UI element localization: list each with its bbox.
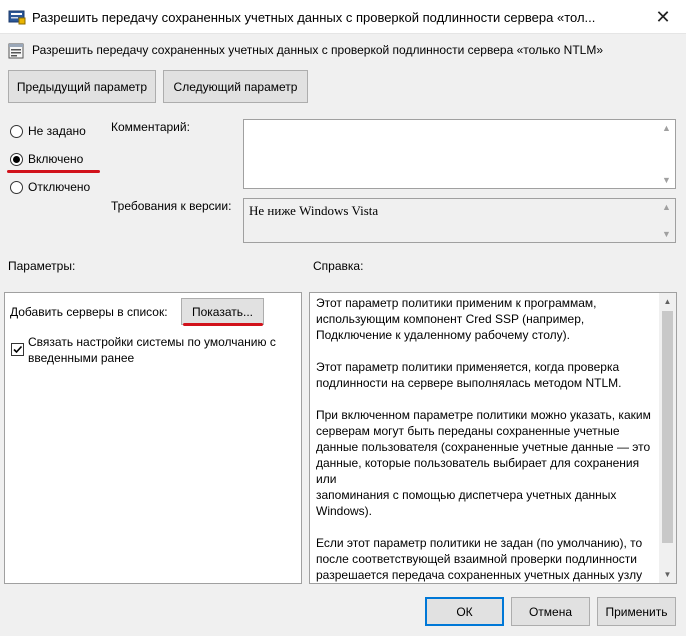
version-label: Требования к версии: <box>111 199 232 213</box>
help-paragraph: Этот параметр политики применим к програ… <box>316 295 662 343</box>
cancel-button[interactable]: Отмена <box>511 597 590 626</box>
radio-label: Включено <box>28 152 84 166</box>
radio-not-configured[interactable]: Не задано <box>10 122 86 140</box>
radio-label: Отключено <box>28 180 91 194</box>
help-panel: Этот параметр политики применим к програ… <box>309 292 677 584</box>
apply-button[interactable]: Применить <box>597 597 676 626</box>
radio-circle <box>10 124 23 138</box>
scrollbar-thumb[interactable] <box>662 311 673 543</box>
concat-label-line: Связать настройки системы по умолчанию с <box>28 335 276 349</box>
version-value: Не ниже Windows Vista <box>249 203 379 218</box>
policy-window-icon <box>8 10 26 25</box>
annotation-underline-enabled <box>7 170 100 173</box>
help-line: Если этот параметр политики не задан (по… <box>316 536 643 550</box>
radio-label: Не задано <box>28 124 86 138</box>
help-line: подлинности на сервере выполнялась метод… <box>316 376 622 390</box>
help-text: Этот параметр политики применим к програ… <box>316 295 662 584</box>
help-scrollbar[interactable]: ▲ ▼ <box>659 293 676 583</box>
window-title: Разрешить передачу сохраненных учетных д… <box>32 10 596 25</box>
next-setting-button[interactable]: Следующий параметр <box>163 70 308 103</box>
help-paragraph: Если этот параметр политики не задан (по… <box>316 535 662 584</box>
scroll-down-icon: ▼ <box>662 229 671 239</box>
previous-setting-button[interactable]: Предыдущий параметр <box>8 70 156 103</box>
concat-label-line: введенными ранее <box>28 351 135 365</box>
help-line: Этот параметр политики применяется, когд… <box>316 360 620 374</box>
help-line: Этот параметр политики применим к програ… <box>316 296 597 310</box>
comment-scrollbar[interactable]: ▲ ▼ <box>658 120 675 188</box>
comment-label: Комментарий: <box>111 120 190 134</box>
help-paragraph: Этот параметр политики применяется, когд… <box>316 359 662 391</box>
scroll-down-icon[interactable]: ▼ <box>659 566 676 583</box>
comment-textarea[interactable]: ▲ ▼ <box>243 119 676 189</box>
title-bar: Разрешить передачу сохраненных учетных д… <box>0 0 686 34</box>
version-scrollbar[interactable]: ▲ ▼ <box>658 199 675 242</box>
help-line: При включенном параметре политики можно … <box>316 408 651 422</box>
parameters-panel: Добавить серверы в список: Показать... С… <box>4 292 302 584</box>
close-button[interactable]: ✕ <box>640 0 686 34</box>
scroll-down-icon: ▼ <box>662 175 671 185</box>
scroll-up-icon: ▲ <box>662 123 671 133</box>
help-line: запоминания с помощью диспетчера учетных… <box>316 488 617 502</box>
show-button[interactable]: Показать... <box>181 298 264 325</box>
scroll-up-icon: ▲ <box>662 202 671 212</box>
help-line: серверам могут быть переданы сохраненные… <box>316 424 620 438</box>
help-line: Подключение к удаленному рабочему столу)… <box>316 328 570 342</box>
concat-checkbox-label: Связать настройки системы по умолчанию с… <box>28 334 276 366</box>
concat-checkbox[interactable] <box>11 343 24 356</box>
add-servers-label: Добавить серверы в список: <box>10 305 168 319</box>
version-textbox[interactable]: Не ниже Windows Vista ▲ ▼ <box>243 198 676 243</box>
annotation-underline-show <box>183 323 263 326</box>
help-line: данные пользователя (сохраненные учетные… <box>316 440 651 454</box>
help-header: Справка: <box>313 259 364 273</box>
help-line: Windows). <box>316 504 373 518</box>
close-icon: ✕ <box>655 6 671 27</box>
radio-disabled[interactable]: Отключено <box>10 178 90 196</box>
help-line: использующим компонент Cred SSP (наприме… <box>316 312 585 326</box>
checkmark-icon <box>13 345 23 354</box>
help-line: разрешается передача сохраненных учетных… <box>316 568 643 582</box>
radio-enabled[interactable]: Включено <box>10 150 83 168</box>
parameters-header: Параметры: <box>8 259 76 273</box>
help-line: сеансов удаленных рабочих столов, работа… <box>316 583 662 584</box>
radio-circle-checked <box>10 152 23 166</box>
scroll-up-icon[interactable]: ▲ <box>659 293 676 310</box>
help-paragraph: При включенном параметре политики можно … <box>316 407 662 519</box>
policy-setting-icon <box>8 43 24 59</box>
help-line: после соответствующей взаимной проверки … <box>316 552 637 566</box>
help-line: данные, которые пользователь выбирает дл… <box>316 456 640 486</box>
policy-name: Разрешить передачу сохраненных учетных д… <box>32 43 604 57</box>
policy-header: Разрешить передачу сохраненных учетных д… <box>8 42 678 60</box>
radio-circle <box>10 180 23 194</box>
ok-button[interactable]: ОК <box>425 597 504 626</box>
